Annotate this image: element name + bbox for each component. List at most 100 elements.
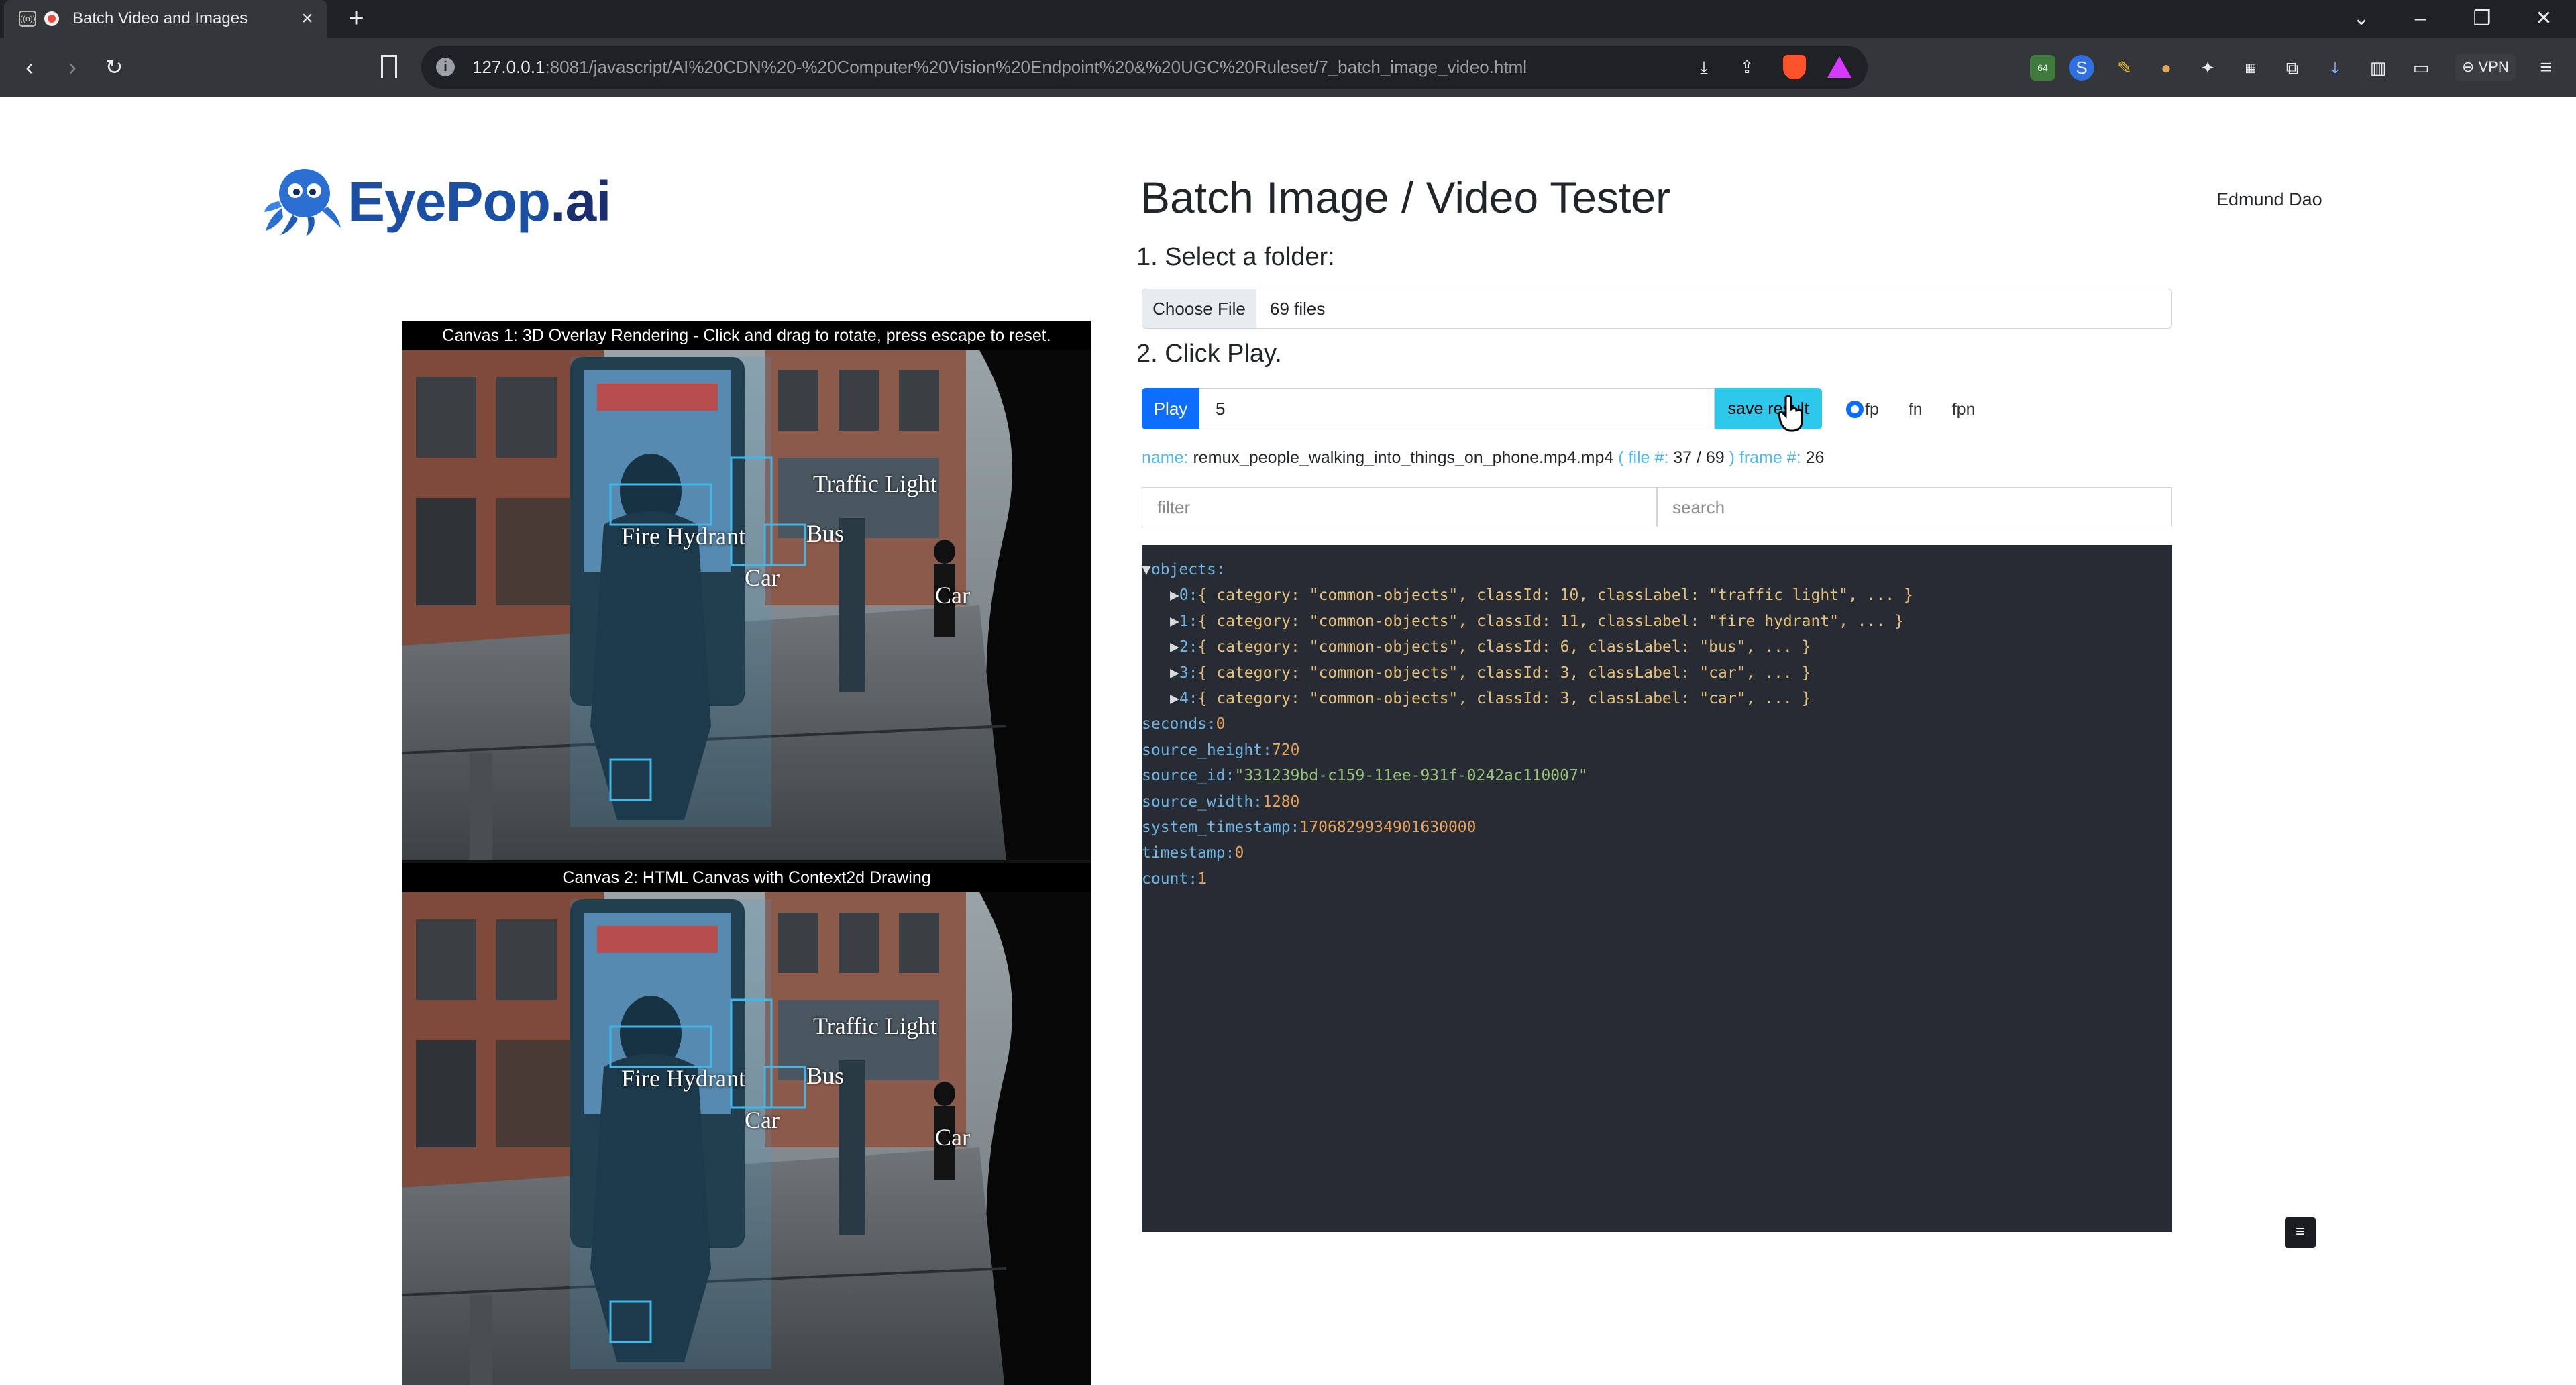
share-icon[interactable]: ⇪ [1736, 56, 1758, 78]
json-index: 0: [1179, 586, 1198, 605]
current-file-status: name: remux_people_walking_into_things_o… [1142, 448, 1824, 468]
json-field-row: seconds:0 [1142, 715, 1226, 733]
radio-fn[interactable] [1898, 401, 1907, 418]
radio-fp[interactable] [1846, 401, 1864, 418]
json-object-row[interactable]: ▶4:{ category: "common-objects", classId… [1142, 686, 2172, 711]
menu-icon[interactable]: ≡ [2533, 55, 2559, 81]
detection-label: Car [935, 582, 970, 609]
json-field-row: source_height:720 [1142, 741, 1300, 759]
json-row-objects[interactable]: ▼objects: [1142, 557, 2172, 582]
expand-arrow-icon[interactable]: ▶ [1170, 613, 1179, 630]
detection-label: Fire Hydrant [621, 1065, 745, 1092]
frame-number-label: frame #: [1739, 448, 1801, 467]
detection-label: Bus [806, 520, 845, 547]
vpn-label: VPN [2478, 58, 2509, 75]
restore-icon[interactable]: ❐ [2462, 4, 2502, 34]
extension-badge-icon[interactable]: 64 [2030, 55, 2055, 81]
address-bar[interactable]: i 127.0.0.1:8081/javascript/AI%20CDN%20-… [421, 46, 1868, 89]
wallet-icon[interactable]: ▭ [2408, 55, 2434, 81]
site-info-icon[interactable]: i [436, 58, 455, 76]
step-1-heading: 1. Select a folder: [1136, 243, 1335, 271]
highlighter-icon[interactable]: ✎ [2112, 55, 2137, 81]
result-filter-radios: fp fn fpn [1846, 396, 1995, 423]
brave-rewards-icon[interactable] [1827, 56, 1851, 78]
detection-label: Traffic Light [813, 470, 937, 497]
browser-tab[interactable]: ((o)) Batch Video and Images × [4, 0, 327, 38]
street-scene-image [402, 892, 1091, 1385]
detection-label: Fire Hydrant [621, 523, 745, 550]
back-icon[interactable]: ‹ [15, 52, 44, 82]
url-text[interactable]: 127.0.0.1:8081/javascript/AI%20CDN%20-%2… [472, 57, 1527, 78]
detection-label: Car [935, 1124, 970, 1151]
expand-arrow-icon[interactable]: ▶ [1170, 586, 1179, 604]
page-content: EyePop.ai Edmund Dao Batch Image / Video… [0, 97, 2576, 1385]
browser-toolbar: ‹ › ↻ i 127.0.0.1:8081/javascript/AI%20C… [0, 38, 2576, 97]
canvas-2-caption: Canvas 2: HTML Canvas with Context2d Dra… [402, 863, 1091, 892]
brave-shield-icon[interactable] [1783, 55, 1806, 79]
bookmark-icon[interactable] [381, 55, 397, 78]
recording-icon [44, 11, 59, 26]
extension-puzzle-alt-icon[interactable]: ✦ [2195, 55, 2220, 81]
forward-icon[interactable]: › [58, 52, 87, 82]
sidebar-icon[interactable]: ▥ [2365, 55, 2391, 81]
close-tab-icon[interactable]: × [295, 7, 319, 30]
user-name[interactable]: Edmund Dao [2216, 189, 2322, 210]
download-icon[interactable]: ⤓ [1693, 56, 1715, 78]
json-summary: { category: "common-objects", classId: 3… [1197, 664, 1811, 682]
canvas-1-caption: Canvas 1: 3D Overlay Rendering - Click a… [402, 321, 1091, 350]
file-count-text: 69 files [1270, 299, 1326, 319]
json-summary: { category: "common-objects", classId: 6… [1197, 638, 1811, 656]
expand-arrow-icon[interactable]: ▶ [1170, 690, 1179, 707]
name-label: name: [1142, 448, 1189, 467]
browser-tab-bar: ((o)) Batch Video and Images × + ⌄ – ❐ ✕ [0, 0, 2576, 38]
json-index: 4: [1179, 689, 1198, 707]
filter-input[interactable]: filter [1142, 487, 1657, 527]
search-input[interactable]: search [1657, 487, 2172, 527]
collapse-arrow-icon[interactable]: ▼ [1142, 561, 1151, 578]
close-window-icon[interactable]: ✕ [2524, 4, 2564, 34]
frame-number-value: 26 [1805, 448, 1825, 467]
file-number-value: 37 / 69 [1673, 448, 1725, 467]
detection-label: Car [745, 1107, 780, 1133]
json-object-row[interactable]: ▶3:{ category: "common-objects", classId… [1142, 660, 2172, 686]
detection-label: Traffic Light [813, 1013, 937, 1039]
radio-fpn[interactable] [1942, 401, 1951, 418]
canvas-3d-overlay[interactable]: Canvas 1: 3D Overlay Rendering - Click a… [402, 321, 1091, 863]
json-field-row: source_width:1280 [1142, 792, 1300, 811]
extension-grid-icon[interactable]: ▦ [2238, 55, 2263, 81]
canvas-2d-drawing[interactable]: Canvas 2: HTML Canvas with Context2d Dra… [402, 863, 1091, 1385]
tab-title: Batch Video and Images [72, 9, 248, 28]
json-field-row: count:1 [1142, 870, 1207, 888]
frame-step-input[interactable]: 5 [1199, 388, 1715, 429]
minimize-icon[interactable]: – [2400, 4, 2440, 34]
extensions-icon[interactable]: ⧉ [2279, 55, 2305, 81]
json-field-row: source_id:"331239bd-c159-11ee-931f-0242a… [1142, 767, 1588, 785]
folder-file-input[interactable]: Choose File 69 files [1142, 289, 2172, 329]
save-result-button[interactable]: save result [1715, 388, 1822, 429]
expand-arrow-icon[interactable]: ▶ [1170, 638, 1179, 656]
downloads-icon[interactable]: ⤓ [2322, 55, 2348, 81]
json-object-row[interactable]: ▶1:{ category: "common-objects", classId… [1142, 609, 2172, 634]
hand-cursor-icon [1778, 395, 1803, 432]
detection-label: Car [745, 564, 780, 591]
new-tab-button[interactable]: + [342, 5, 370, 34]
json-toggle-icon[interactable]: ≡ [2285, 1217, 2316, 1248]
json-viewer: ▼objects: ▶0:{ category: "common-objects… [1142, 545, 2172, 1232]
eyepop-logo: EyePop.ai [263, 164, 612, 238]
extension-s-icon[interactable]: S [2069, 55, 2094, 81]
radio-fn-label: fn [1908, 399, 1923, 419]
json-key: objects: [1150, 561, 1226, 578]
tab-search-icon[interactable]: ⌄ [2341, 4, 2381, 34]
expand-arrow-icon[interactable]: ▶ [1170, 664, 1179, 682]
json-field-row: timestamp:0 [1142, 844, 1244, 862]
json-object-row[interactable]: ▶2:{ category: "common-objects", classId… [1142, 634, 2172, 660]
radio-fpn-label: fpn [1951, 399, 1976, 419]
reload-icon[interactable]: ↻ [99, 52, 129, 82]
choose-file-button[interactable]: Choose File [1142, 289, 1256, 328]
vpn-button[interactable]: ⊖ VPN [2455, 54, 2516, 81]
logo-wordmark: EyePop.ai [347, 170, 612, 233]
play-button[interactable]: Play [1142, 388, 1199, 429]
cookie-icon[interactable]: ● [2153, 55, 2179, 81]
json-object-row[interactable]: ▶0:{ category: "common-objects", classId… [1142, 582, 2172, 608]
json-summary: { category: "common-objects", classId: 1… [1197, 612, 1904, 630]
